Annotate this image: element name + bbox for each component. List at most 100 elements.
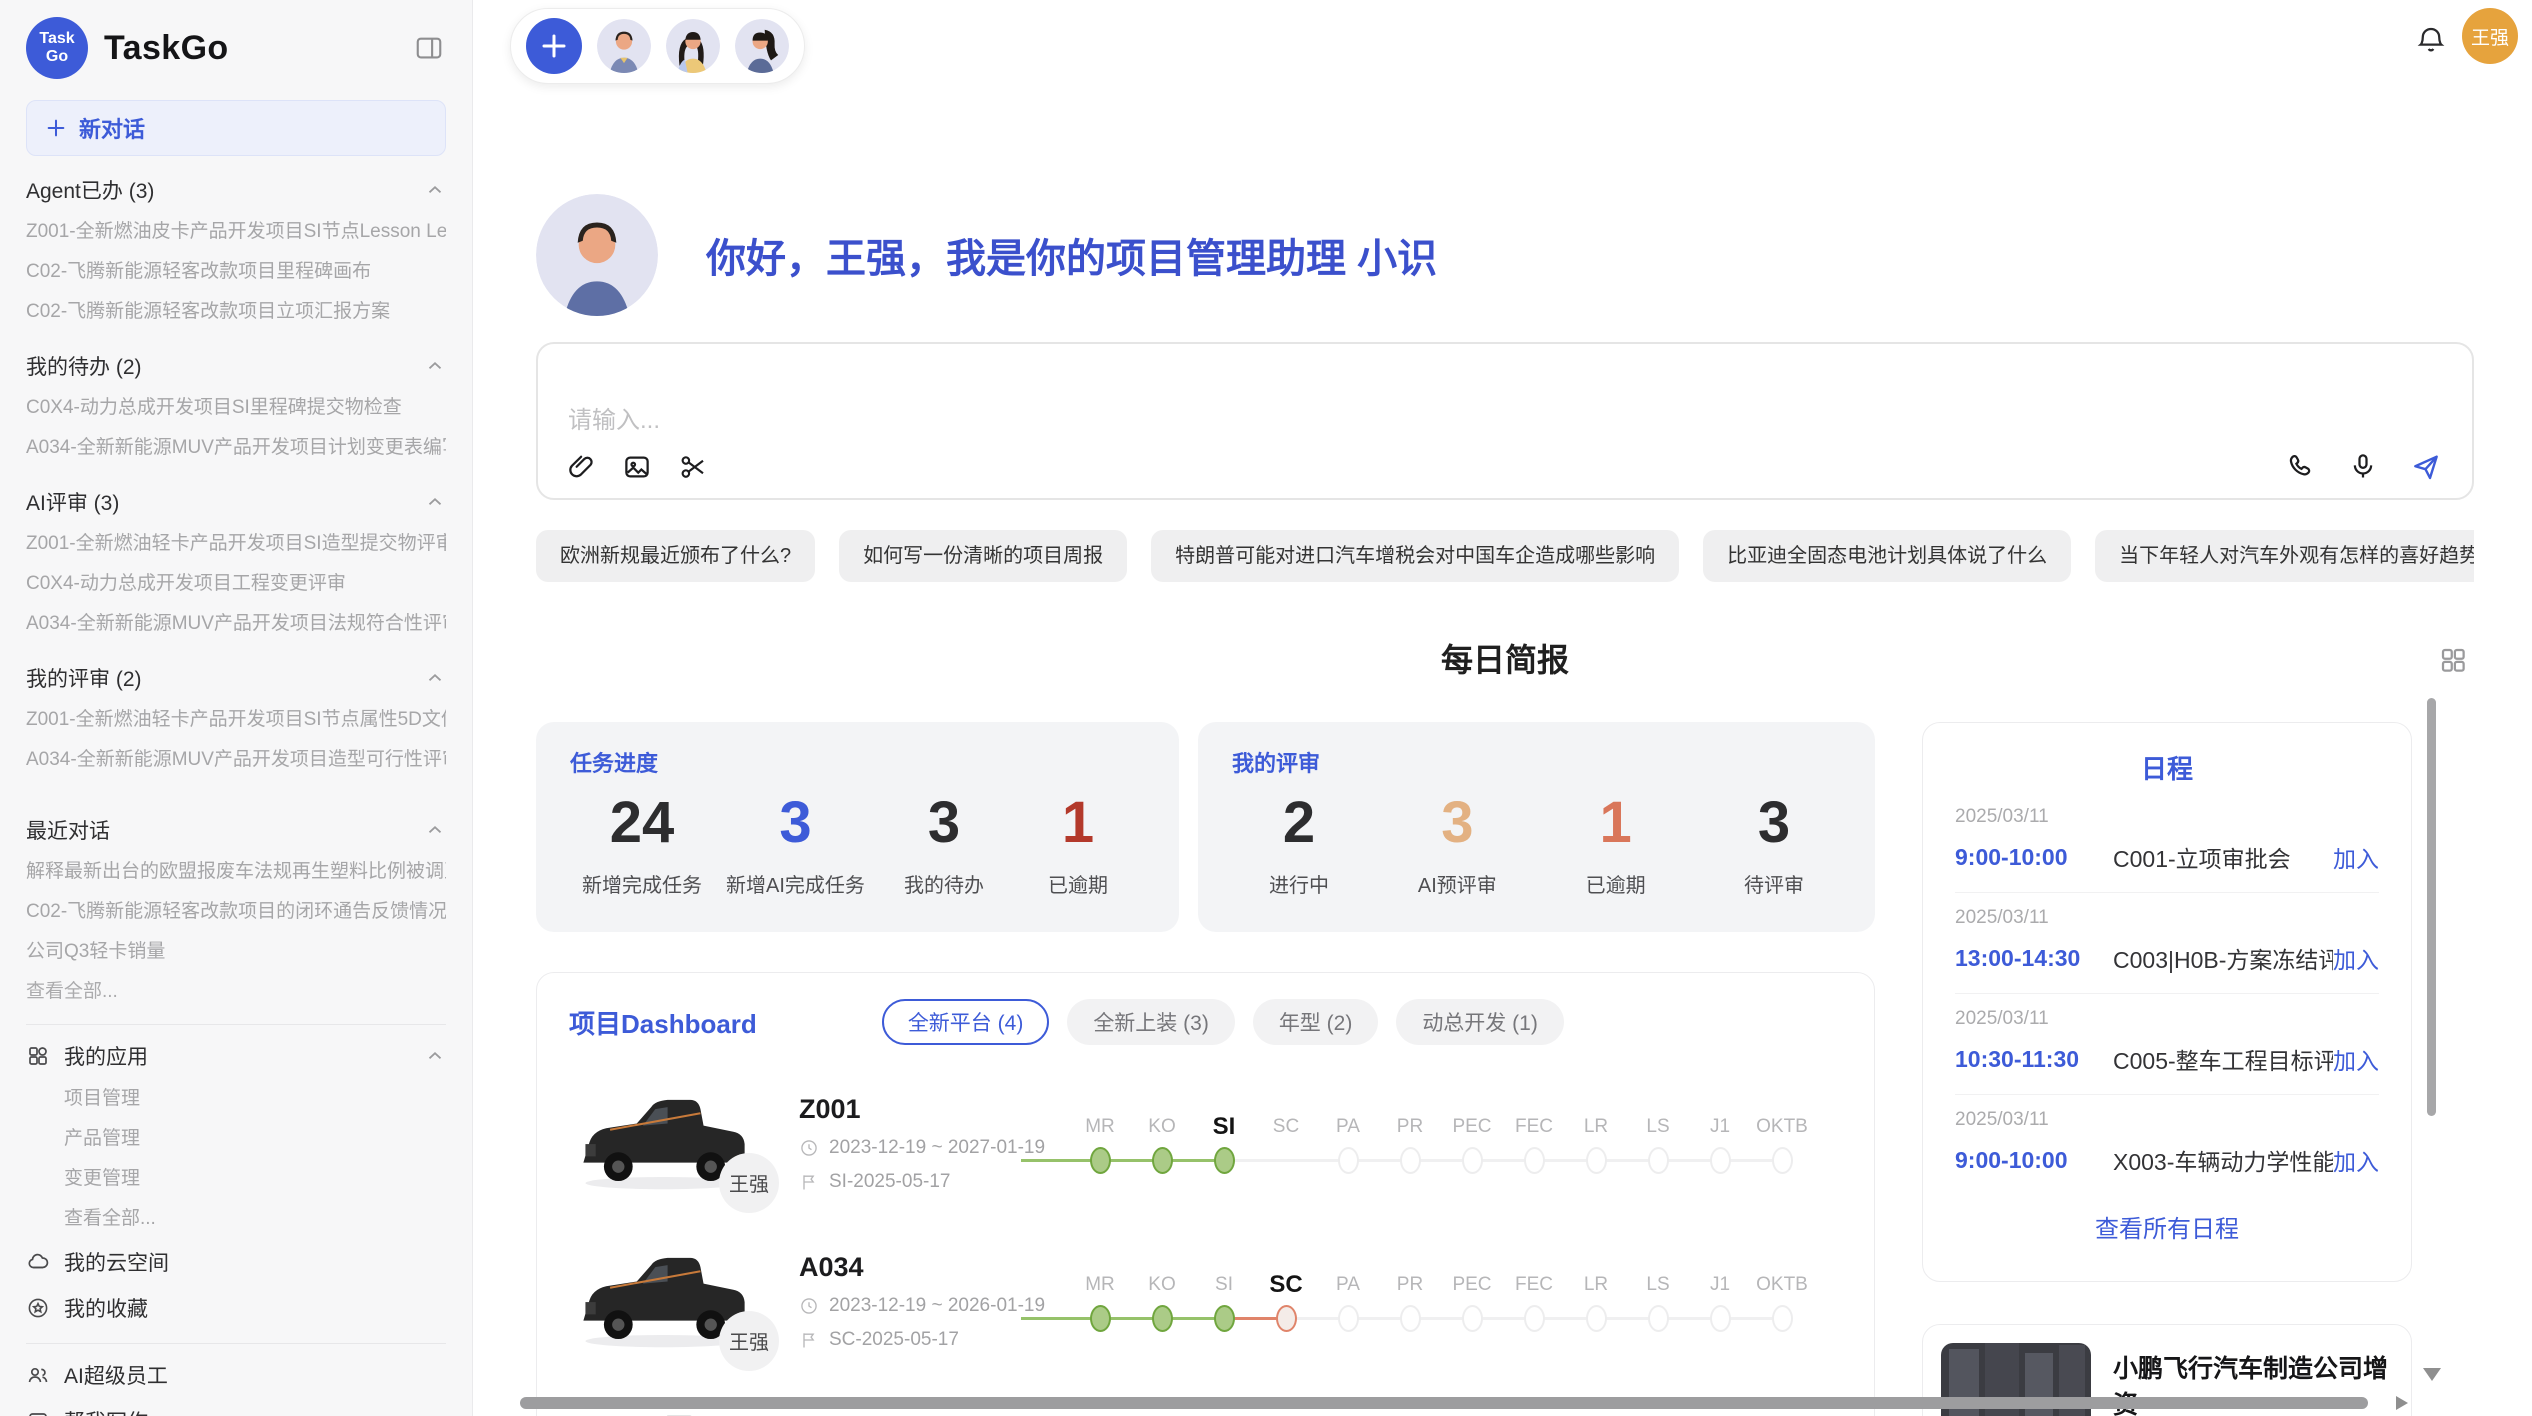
join-button[interactable]: 加入: [2333, 941, 2379, 975]
image-icon[interactable]: [622, 452, 652, 482]
conversation-item[interactable]: A034-全新新能源MUV产品开发项目法规符合性评审: [26, 604, 446, 644]
schedule-item: 2025/03/11 9:00-10:00 C001-立项审批会 加入: [1955, 792, 2379, 893]
agent-avatar-3[interactable]: [735, 19, 789, 73]
flag-icon: [799, 1330, 819, 1350]
conversation-item[interactable]: C0X4-动力总成开发项目工程变更评审: [26, 564, 446, 604]
view-all-schedule-link[interactable]: 查看所有日程: [1955, 1209, 2379, 1244]
chevron-up-icon[interactable]: [424, 667, 446, 689]
section-label: 我的待办 (2): [26, 351, 142, 381]
user-avatar[interactable]: 王强: [2462, 8, 2518, 64]
tab-new-body[interactable]: 全新上装 (3): [1067, 999, 1235, 1045]
sidebar-item-my-apps[interactable]: 我的应用: [26, 1033, 446, 1079]
chevron-up-icon[interactable]: [424, 1045, 446, 1067]
app-link-change-mgmt[interactable]: 变更管理: [26, 1159, 446, 1199]
section-ai-review[interactable]: AI评审 (3): [26, 480, 446, 524]
section-my-review[interactable]: 我的评审 (2): [26, 656, 446, 700]
agent-avatar-2[interactable]: [666, 19, 720, 73]
schedule-name: X003-车辆动力学性能验...: [2113, 1143, 2333, 1177]
sidebar: Task Go TaskGo 新对话 Agent已办 (3) Z001-全新燃油…: [0, 0, 473, 1416]
phone-icon[interactable]: [2286, 450, 2316, 482]
milestone-dot: [1214, 1147, 1235, 1174]
sidebar-item-ai-super-staff[interactable]: AI超级员工: [26, 1352, 446, 1398]
join-button[interactable]: 加入: [2333, 1143, 2379, 1177]
apps-grid-icon: [26, 1044, 50, 1068]
app-link-product-mgmt[interactable]: 产品管理: [26, 1119, 446, 1159]
sidebar-item-help-me-write[interactable]: 帮我写作: [26, 1398, 446, 1416]
vertical-scrollbar[interactable]: [2427, 698, 2436, 1116]
sidebar-item-cloud-space[interactable]: 我的云空间: [26, 1239, 446, 1285]
section-label: 最近对话: [26, 815, 110, 845]
chevron-up-icon[interactable]: [424, 819, 446, 841]
chevron-up-icon[interactable]: [424, 491, 446, 513]
milestone: SI: [1193, 1265, 1255, 1337]
join-button[interactable]: 加入: [2333, 840, 2379, 874]
taskgo-app: Task Go TaskGo 新对话 Agent已办 (3) Z001-全新燃油…: [0, 0, 2532, 1416]
conversation-item[interactable]: C02-飞腾新能源轻客改款项目立项汇报方案: [26, 292, 446, 332]
conversation-item[interactable]: A034-全新新能源MUV产品开发项目造型可行性评审: [26, 740, 446, 780]
conversation-item[interactable]: Z001-全新燃油轻卡产品开发项目SI造型提交物评审: [26, 524, 446, 564]
section-recent-chats[interactable]: 最近对话: [26, 808, 446, 852]
sidebar-item-favorites[interactable]: 我的收藏: [26, 1285, 446, 1331]
conversation-item[interactable]: 解释最新出台的欧盟报废车法规再生塑料比例被调至15%...: [26, 852, 446, 892]
scrollbar-right-arrow[interactable]: [2396, 1396, 2408, 1410]
view-all-chats-link[interactable]: 查看全部...: [26, 972, 446, 1012]
conversation-item[interactable]: C02-飞腾新能源轻客改款项目的闭环通告反馈情况: [26, 892, 446, 932]
star-badge-icon: [26, 1296, 50, 1320]
agent-avatar-1[interactable]: [597, 19, 651, 73]
milestone-dot: [1710, 1305, 1731, 1332]
project-row[interactable]: 王强 Z001 2023-12-19 ~ 2027-01-19: [569, 1083, 1842, 1203]
suggestion-chip[interactable]: 特朗普可能对进口汽车增税会对中国车企造成哪些影响: [1151, 530, 1679, 582]
sidebar-collapse-button[interactable]: [412, 31, 446, 65]
tab-model-year[interactable]: 年型 (2): [1253, 999, 1379, 1045]
milestone-dot: [1276, 1305, 1297, 1332]
app-title: TaskGo: [104, 29, 229, 68]
join-button[interactable]: 加入: [2333, 1042, 2379, 1076]
conversation-item[interactable]: C0X4-动力总成开发项目SI里程碑提交物检查: [26, 388, 446, 428]
section-agent-done[interactable]: Agent已办 (3): [26, 168, 446, 212]
main-content: 你好，王强，我是你的项目管理助理 小识 请输入... 欧洲新规最近颁布了什么? …: [473, 194, 2532, 1416]
stat-in-progress: 2 进行中: [1244, 790, 1354, 898]
view-all-apps-link[interactable]: 查看全部...: [26, 1199, 446, 1239]
my-review-card: 我的评审 2 进行中 3 AI预评审: [1198, 722, 1875, 932]
milestone: J1: [1689, 1265, 1751, 1337]
send-icon[interactable]: [2410, 450, 2442, 482]
scrollbar-down-arrow[interactable]: [2423, 1368, 2441, 1381]
add-agent-button[interactable]: [526, 18, 582, 74]
microphone-icon[interactable]: [2348, 450, 2378, 482]
new-chat-button[interactable]: 新对话: [26, 100, 446, 156]
people-icon: [26, 1363, 50, 1387]
milestone-dot: [1400, 1305, 1421, 1332]
scissors-icon[interactable]: [678, 452, 708, 482]
suggestion-chip[interactable]: 比亚迪全固态电池计划具体说了什么: [1703, 530, 2071, 582]
greeting-row: 你好，王强，我是你的项目管理助理 小识: [536, 194, 2474, 316]
app-link-project-mgmt[interactable]: 项目管理: [26, 1079, 446, 1119]
conversation-item[interactable]: Z001-全新燃油轻卡产品开发项目SI节点属性5D文件评审: [26, 700, 446, 740]
chevron-up-icon[interactable]: [424, 179, 446, 201]
conversation-item[interactable]: C02-飞腾新能源轻客改款项目里程碑画布: [26, 252, 446, 292]
chevron-up-icon[interactable]: [424, 355, 446, 377]
section-my-todo[interactable]: 我的待办 (2): [26, 344, 446, 388]
picture-icon: [26, 1409, 50, 1416]
conversation-item[interactable]: A034-全新新能源MUV产品开发项目计划变更表编写: [26, 428, 446, 468]
tab-new-platform[interactable]: 全新平台 (4): [882, 999, 1050, 1045]
horizontal-scrollbar[interactable]: [520, 1397, 2368, 1409]
card-title: 任务进度: [570, 746, 1145, 778]
composer[interactable]: 请输入...: [536, 342, 2474, 500]
conversation-item[interactable]: 公司Q3轻卡销量: [26, 932, 446, 972]
conversation-item[interactable]: Z001-全新燃油皮卡产品开发项目SI节点Lesson Learn报告: [26, 212, 446, 252]
layout-grid-icon[interactable]: [2432, 644, 2474, 676]
dashboard-header: 项目Dashboard 全新平台 (4) 全新上装 (3) 年型 (2) 动总开…: [569, 999, 1842, 1045]
project-name: A034: [799, 1252, 1057, 1283]
project-row[interactable]: 王强 A034 2023-12-19 ~ 2026-01-19: [569, 1241, 1842, 1361]
notification-bell-icon[interactable]: [2408, 22, 2454, 58]
milestone: PEC: [1441, 1107, 1503, 1179]
suggestion-chip[interactable]: 如何写一份清晰的项目周报: [839, 530, 1127, 582]
schedule-name: C001-立项审批会: [2113, 840, 2333, 874]
tab-powertrain[interactable]: 动总开发 (1): [1396, 999, 1564, 1045]
attachment-icon[interactable]: [566, 452, 596, 482]
suggestion-chip[interactable]: 当下年轻人对汽车外观有怎样的喜好趋势: [2095, 530, 2474, 582]
milestone-dot: [1338, 1305, 1359, 1332]
clock-icon: [799, 1138, 819, 1158]
suggestion-chip[interactable]: 欧洲新规最近颁布了什么?: [536, 530, 815, 582]
milestone-dot: [1586, 1305, 1607, 1332]
